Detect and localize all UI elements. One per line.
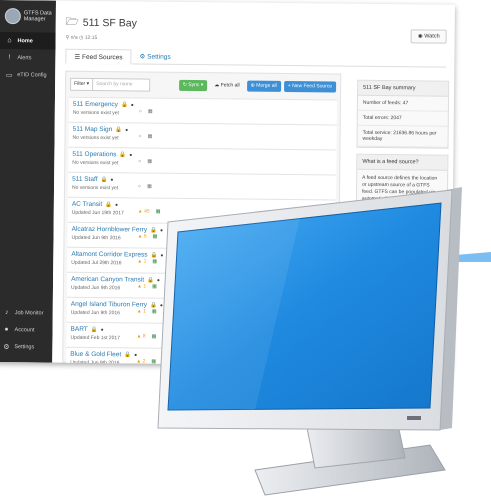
monitor-illustration — [157, 187, 491, 496]
light-streak — [455, 252, 491, 262]
power-button — [407, 416, 421, 420]
